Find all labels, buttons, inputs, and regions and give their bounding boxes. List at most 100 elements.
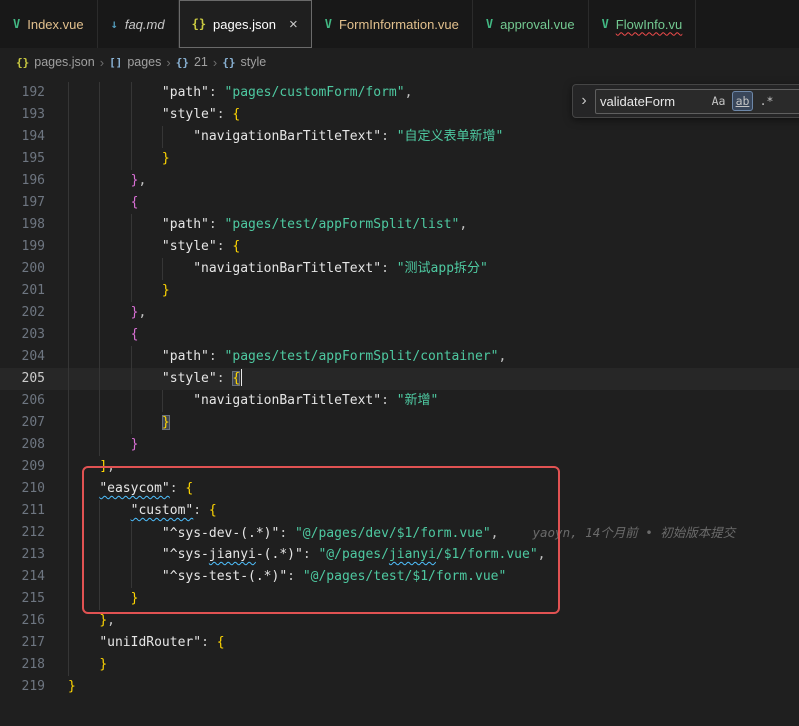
token: "path"	[162, 217, 209, 232]
code-line-203[interactable]: 203 {	[0, 324, 799, 346]
line-number[interactable]: 198	[0, 214, 68, 236]
line-number[interactable]: 199	[0, 236, 68, 258]
line-number[interactable]: 217	[0, 632, 68, 654]
line-number[interactable]: 193	[0, 104, 68, 126]
match-case-toggle[interactable]: Aa	[708, 91, 729, 111]
code-line-211[interactable]: 211 "custom": {	[0, 500, 799, 522]
find-expand-chevron-icon[interactable]: ›	[578, 92, 590, 110]
line-number[interactable]: 197	[0, 192, 68, 214]
breadcrumb-item-pages[interactable]: []pages	[109, 55, 161, 69]
code-line-214[interactable]: 214 "^sys-test-(.*)": "@/pages/test/$1/f…	[0, 566, 799, 588]
line-number[interactable]: 213	[0, 544, 68, 566]
code-line-219[interactable]: 219}	[0, 676, 799, 698]
markdown-icon: ↓	[111, 17, 118, 31]
indent-guide	[68, 170, 69, 192]
line-number[interactable]: 204	[0, 346, 68, 368]
token: "@/pages/dev/$1/form.vue"	[295, 526, 491, 541]
close-icon[interactable]: ×	[289, 16, 298, 33]
line-number[interactable]: 211	[0, 500, 68, 522]
code-line-204[interactable]: 204 "path": "pages/test/appFormSplit/con…	[0, 346, 799, 368]
breadcrumb-separator-icon: ›	[95, 55, 109, 70]
code-line-208[interactable]: 208 }	[0, 434, 799, 456]
line-content: "^sys-jianyi-(.*)": "@/pages/jianyi/$1/f…	[68, 544, 799, 566]
line-number[interactable]: 210	[0, 478, 68, 500]
token: jianyi	[389, 547, 436, 562]
code-line-218[interactable]: 218 }	[0, 654, 799, 676]
code-line-215[interactable]: 215 }	[0, 588, 799, 610]
line-content: "navigationBarTitleText": "测试app拆分"	[68, 258, 799, 280]
line-number[interactable]: 215	[0, 588, 68, 610]
breadcrumb-item-21[interactable]: {}21	[176, 55, 208, 69]
token	[68, 547, 162, 562]
code-line-194[interactable]: 194 "navigationBarTitleText": "自定义表单新增"	[0, 126, 799, 148]
token: "^sys-test-(.*)"	[162, 569, 287, 584]
tab-faq.md[interactable]: ↓faq.md	[98, 0, 179, 48]
whole-word-toggle[interactable]: ab	[732, 91, 753, 111]
line-number[interactable]: 209	[0, 456, 68, 478]
code-line-202[interactable]: 202 },	[0, 302, 799, 324]
token	[68, 526, 162, 541]
find-widget: › Aaab.*	[572, 84, 799, 118]
breadcrumb-item-pages.json[interactable]: {}pages.json	[16, 55, 95, 69]
token	[68, 657, 99, 672]
token: ]	[99, 459, 107, 474]
regex-toggle[interactable]: .*	[756, 91, 777, 111]
code-line-200[interactable]: 200 "navigationBarTitleText": "测试app拆分"	[0, 258, 799, 280]
find-input[interactable]	[600, 94, 705, 109]
code-line-199[interactable]: 199 "style": {	[0, 236, 799, 258]
line-number[interactable]: 214	[0, 566, 68, 588]
indent-guide	[131, 522, 132, 544]
code-line-206[interactable]: 206 "navigationBarTitleText": "新增"	[0, 390, 799, 412]
code-line-205[interactable]: 205 "style": {	[0, 368, 799, 390]
line-number[interactable]: 218	[0, 654, 68, 676]
line-number[interactable]: 200	[0, 258, 68, 280]
token: "custom"	[131, 503, 194, 518]
token: {	[209, 503, 217, 518]
tab-FormInformation.vue[interactable]: VFormInformation.vue	[312, 0, 473, 48]
code-line-213[interactable]: 213 "^sys-jianyi-(.*)": "@/pages/jianyi/…	[0, 544, 799, 566]
line-content: {	[68, 324, 799, 346]
line-number[interactable]: 207	[0, 412, 68, 434]
tab-approval.vue[interactable]: Vapproval.vue	[473, 0, 589, 48]
tab-Index.vue[interactable]: VIndex.vue	[0, 0, 98, 48]
code-line-210[interactable]: 210 "easycom": {	[0, 478, 799, 500]
tab-pages.json[interactable]: {}pages.json×	[179, 0, 312, 48]
line-number[interactable]: 212	[0, 522, 68, 544]
code-line-217[interactable]: 217 "uniIdRouter": {	[0, 632, 799, 654]
indent-guide	[131, 412, 132, 434]
line-number[interactable]: 201	[0, 280, 68, 302]
indent-guide	[131, 126, 132, 148]
code-line-195[interactable]: 195 }	[0, 148, 799, 170]
token: "style"	[162, 371, 217, 386]
line-number[interactable]: 203	[0, 324, 68, 346]
indent-guide	[68, 192, 69, 214]
line-content: "path": "pages/test/appFormSplit/contain…	[68, 346, 799, 368]
indent-guide	[99, 170, 100, 192]
indent-guide	[68, 478, 69, 500]
code-line-209[interactable]: 209 ],	[0, 456, 799, 478]
indent-guide	[99, 434, 100, 456]
line-number[interactable]: 192	[0, 82, 68, 104]
token: "^sys-dev-(.*)"	[162, 526, 279, 541]
token	[68, 85, 162, 100]
line-number[interactable]: 208	[0, 434, 68, 456]
line-number[interactable]: 196	[0, 170, 68, 192]
code-line-212[interactable]: 212 "^sys-dev-(.*)": "@/pages/dev/$1/for…	[0, 522, 799, 544]
token: :	[209, 217, 225, 232]
tab-FlowInfo.vu[interactable]: VFlowInfo.vu	[589, 0, 697, 48]
line-number[interactable]: 194	[0, 126, 68, 148]
line-number[interactable]: 219	[0, 676, 68, 698]
code-line-196[interactable]: 196 },	[0, 170, 799, 192]
code-line-197[interactable]: 197 {	[0, 192, 799, 214]
code-line-201[interactable]: 201 }	[0, 280, 799, 302]
line-number[interactable]: 202	[0, 302, 68, 324]
line-number[interactable]: 205	[0, 368, 68, 390]
code-line-207[interactable]: 207 }	[0, 412, 799, 434]
line-number[interactable]: 216	[0, 610, 68, 632]
code-line-216[interactable]: 216 },	[0, 610, 799, 632]
code-line-198[interactable]: 198 "path": "pages/test/appFormSplit/lis…	[0, 214, 799, 236]
line-number[interactable]: 195	[0, 148, 68, 170]
breadcrumb: {}pages.json›[]pages›{}21›{}style	[0, 48, 799, 76]
breadcrumb-item-style[interactable]: {}style	[222, 55, 266, 69]
line-number[interactable]: 206	[0, 390, 68, 412]
